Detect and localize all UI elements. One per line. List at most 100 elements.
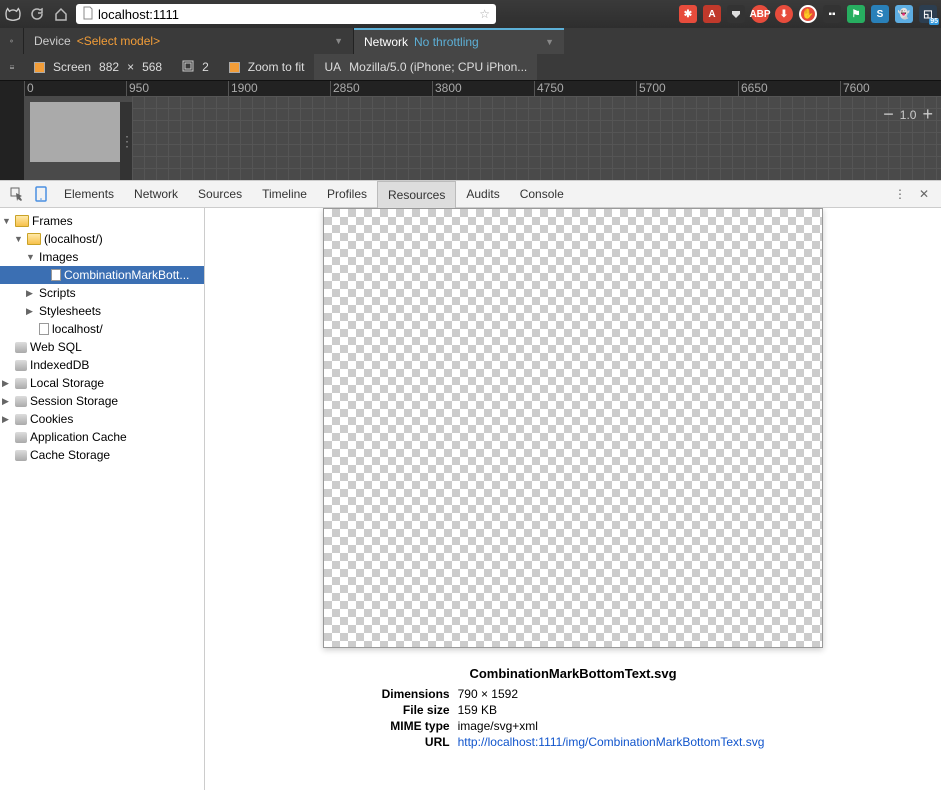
tree-item[interactable]: ▼Frames <box>0 212 204 230</box>
address-bar[interactable]: ☆ <box>76 4 496 24</box>
zoom-out-icon[interactable]: − <box>883 104 894 125</box>
ext-icon[interactable]: ✱ <box>679 5 697 23</box>
extension-icons: ✱ A ABP ⬇ ✋ ▪▪ ⚑ S 👻 ◱95 <box>679 5 937 23</box>
reload-icon[interactable] <box>28 5 46 23</box>
tree-item[interactable]: CombinationMarkBott... <box>0 266 204 284</box>
meta-value: 790 × 1592 <box>458 687 765 701</box>
tree-item[interactable]: ▶Session Storage <box>0 392 204 410</box>
meta-label: File size <box>382 703 450 717</box>
chevron-down-icon: ▼ <box>334 36 343 46</box>
ruler-tick: 1900 <box>228 81 258 96</box>
device-canvas: ⋮ − 1.0 + <box>0 96 941 180</box>
ruler-tick: 4750 <box>534 81 564 96</box>
screen-width[interactable]: 882 <box>99 60 119 74</box>
meta-label: MIME type <box>382 719 450 733</box>
ruler-tick: 5700 <box>636 81 666 96</box>
db-icon <box>15 414 27 425</box>
browser-toolbar: ☆ ✱ A ABP ⬇ ✋ ▪▪ ⚑ S 👻 ◱95 <box>0 0 941 28</box>
tree-arrow-icon: ▼ <box>2 216 12 226</box>
ext-abp-icon[interactable]: ABP <box>751 5 769 23</box>
tree-item[interactable]: ▶Scripts <box>0 284 204 302</box>
meta-label: Dimensions <box>382 687 450 701</box>
tree-arrow-icon: ▼ <box>26 252 36 262</box>
tree-label: Stylesheets <box>39 304 101 318</box>
tree-item[interactable]: ▼(localhost/) <box>0 230 204 248</box>
tab-resources[interactable]: Resources <box>377 181 456 208</box>
resize-handle[interactable]: ⋮ <box>120 102 132 180</box>
tree-item[interactable]: Web SQL <box>0 338 204 356</box>
vertical-ruler <box>0 96 24 180</box>
tree-item[interactable]: IndexedDB <box>0 356 204 374</box>
tab-audits[interactable]: Audits <box>456 181 509 208</box>
more-icon[interactable]: ⋮ <box>892 186 908 202</box>
dpr-value[interactable]: 2 <box>202 60 209 74</box>
cancel-icon[interactable] <box>0 28 24 54</box>
checkbox-icon[interactable] <box>229 62 240 73</box>
network-selector[interactable]: Network No throttling ▼ <box>354 28 564 54</box>
inspect-icon[interactable] <box>9 186 25 202</box>
resource-preview: CombinationMarkBottomText.svg Dimensions… <box>205 208 941 790</box>
tree-label: Local Storage <box>30 376 104 390</box>
zoom-fit[interactable]: Zoom to fit <box>219 54 315 80</box>
tree-label: (localhost/) <box>44 232 103 246</box>
tree-item[interactable]: ▶Stylesheets <box>0 302 204 320</box>
tab-sources[interactable]: Sources <box>188 181 252 208</box>
ua-label: UA <box>324 60 341 74</box>
ext-icon[interactable]: ⚑ <box>847 5 865 23</box>
checkbox-icon[interactable] <box>34 62 45 73</box>
tree-label: CombinationMarkBott... <box>64 268 189 282</box>
zoom-value: 1.0 <box>900 108 917 122</box>
dpr-cell: 2 <box>172 54 219 80</box>
screen-height[interactable]: 568 <box>142 60 162 74</box>
db-icon <box>15 378 27 389</box>
device-selector[interactable]: Device <Select model> ▼ <box>24 28 354 54</box>
zoom-controls: − 1.0 + <box>883 104 933 125</box>
tree-arrow-icon: ▶ <box>2 378 12 389</box>
tab-timeline[interactable]: Timeline <box>252 181 317 208</box>
ruler-tick: 3800 <box>432 81 462 96</box>
ua-value[interactable]: Mozilla/5.0 (iPhone; CPU iPhon... <box>349 60 527 74</box>
tab-profiles[interactable]: Profiles <box>317 181 377 208</box>
tree-item[interactable]: localhost/ <box>0 320 204 338</box>
zoom-fit-label: Zoom to fit <box>248 60 305 74</box>
ruler-tick: 950 <box>126 81 149 96</box>
ext-ghost-icon[interactable]: 👻 <box>895 5 913 23</box>
tree-label: IndexedDB <box>30 358 89 372</box>
ext-icon[interactable]: S <box>871 5 889 23</box>
tree-item[interactable]: ▼Images <box>0 248 204 266</box>
tree-item[interactable]: Application Cache <box>0 428 204 446</box>
tree-arrow-icon: ▶ <box>2 414 12 425</box>
ruler-tick: 2850 <box>330 81 360 96</box>
tree-arrow-icon: ▶ <box>2 396 12 407</box>
tree-label: Scripts <box>39 286 76 300</box>
device-mode-icon[interactable] <box>33 186 49 202</box>
resource-url-link[interactable]: http://localhost:1111/img/CombinationMar… <box>458 735 765 749</box>
screen-label: Screen <box>53 60 91 74</box>
star-icon[interactable]: ☆ <box>479 7 490 21</box>
tab-console[interactable]: Console <box>510 181 574 208</box>
ext-icon[interactable]: ⬇ <box>775 5 793 23</box>
ext-pocket-icon[interactable] <box>727 5 745 23</box>
db-icon <box>15 342 27 353</box>
tab-network[interactable]: Network <box>124 181 188 208</box>
home-icon[interactable] <box>52 5 70 23</box>
ext-icon[interactable]: ▪▪ <box>823 5 841 23</box>
tab-elements[interactable]: Elements <box>54 181 124 208</box>
dock-icon[interactable] <box>0 54 24 80</box>
zoom-in-icon[interactable]: + <box>922 104 933 125</box>
ua-cell: UA Mozilla/5.0 (iPhone; CPU iPhon... <box>314 54 537 80</box>
ruler-tick: 0 <box>24 81 34 96</box>
ext-icon[interactable]: A <box>703 5 721 23</box>
resource-metadata: Dimensions 790 × 1592 File size 159 KB M… <box>382 687 765 749</box>
tree-item[interactable]: ▶ Local Storage <box>0 374 204 392</box>
tree-item[interactable]: Cache Storage <box>0 446 204 464</box>
ext-icon[interactable]: ✋ <box>799 5 817 23</box>
close-icon[interactable]: ✕ <box>916 186 932 202</box>
tree-arrow-icon: ▶ <box>26 288 36 299</box>
url-input[interactable] <box>98 7 475 22</box>
tree-item[interactable]: ▶Cookies <box>0 410 204 428</box>
ext-icon[interactable]: ◱95 <box>919 5 937 23</box>
folder-icon <box>27 233 41 245</box>
tree-label: localhost/ <box>52 322 103 336</box>
viewport-thumbnail[interactable] <box>30 102 120 162</box>
